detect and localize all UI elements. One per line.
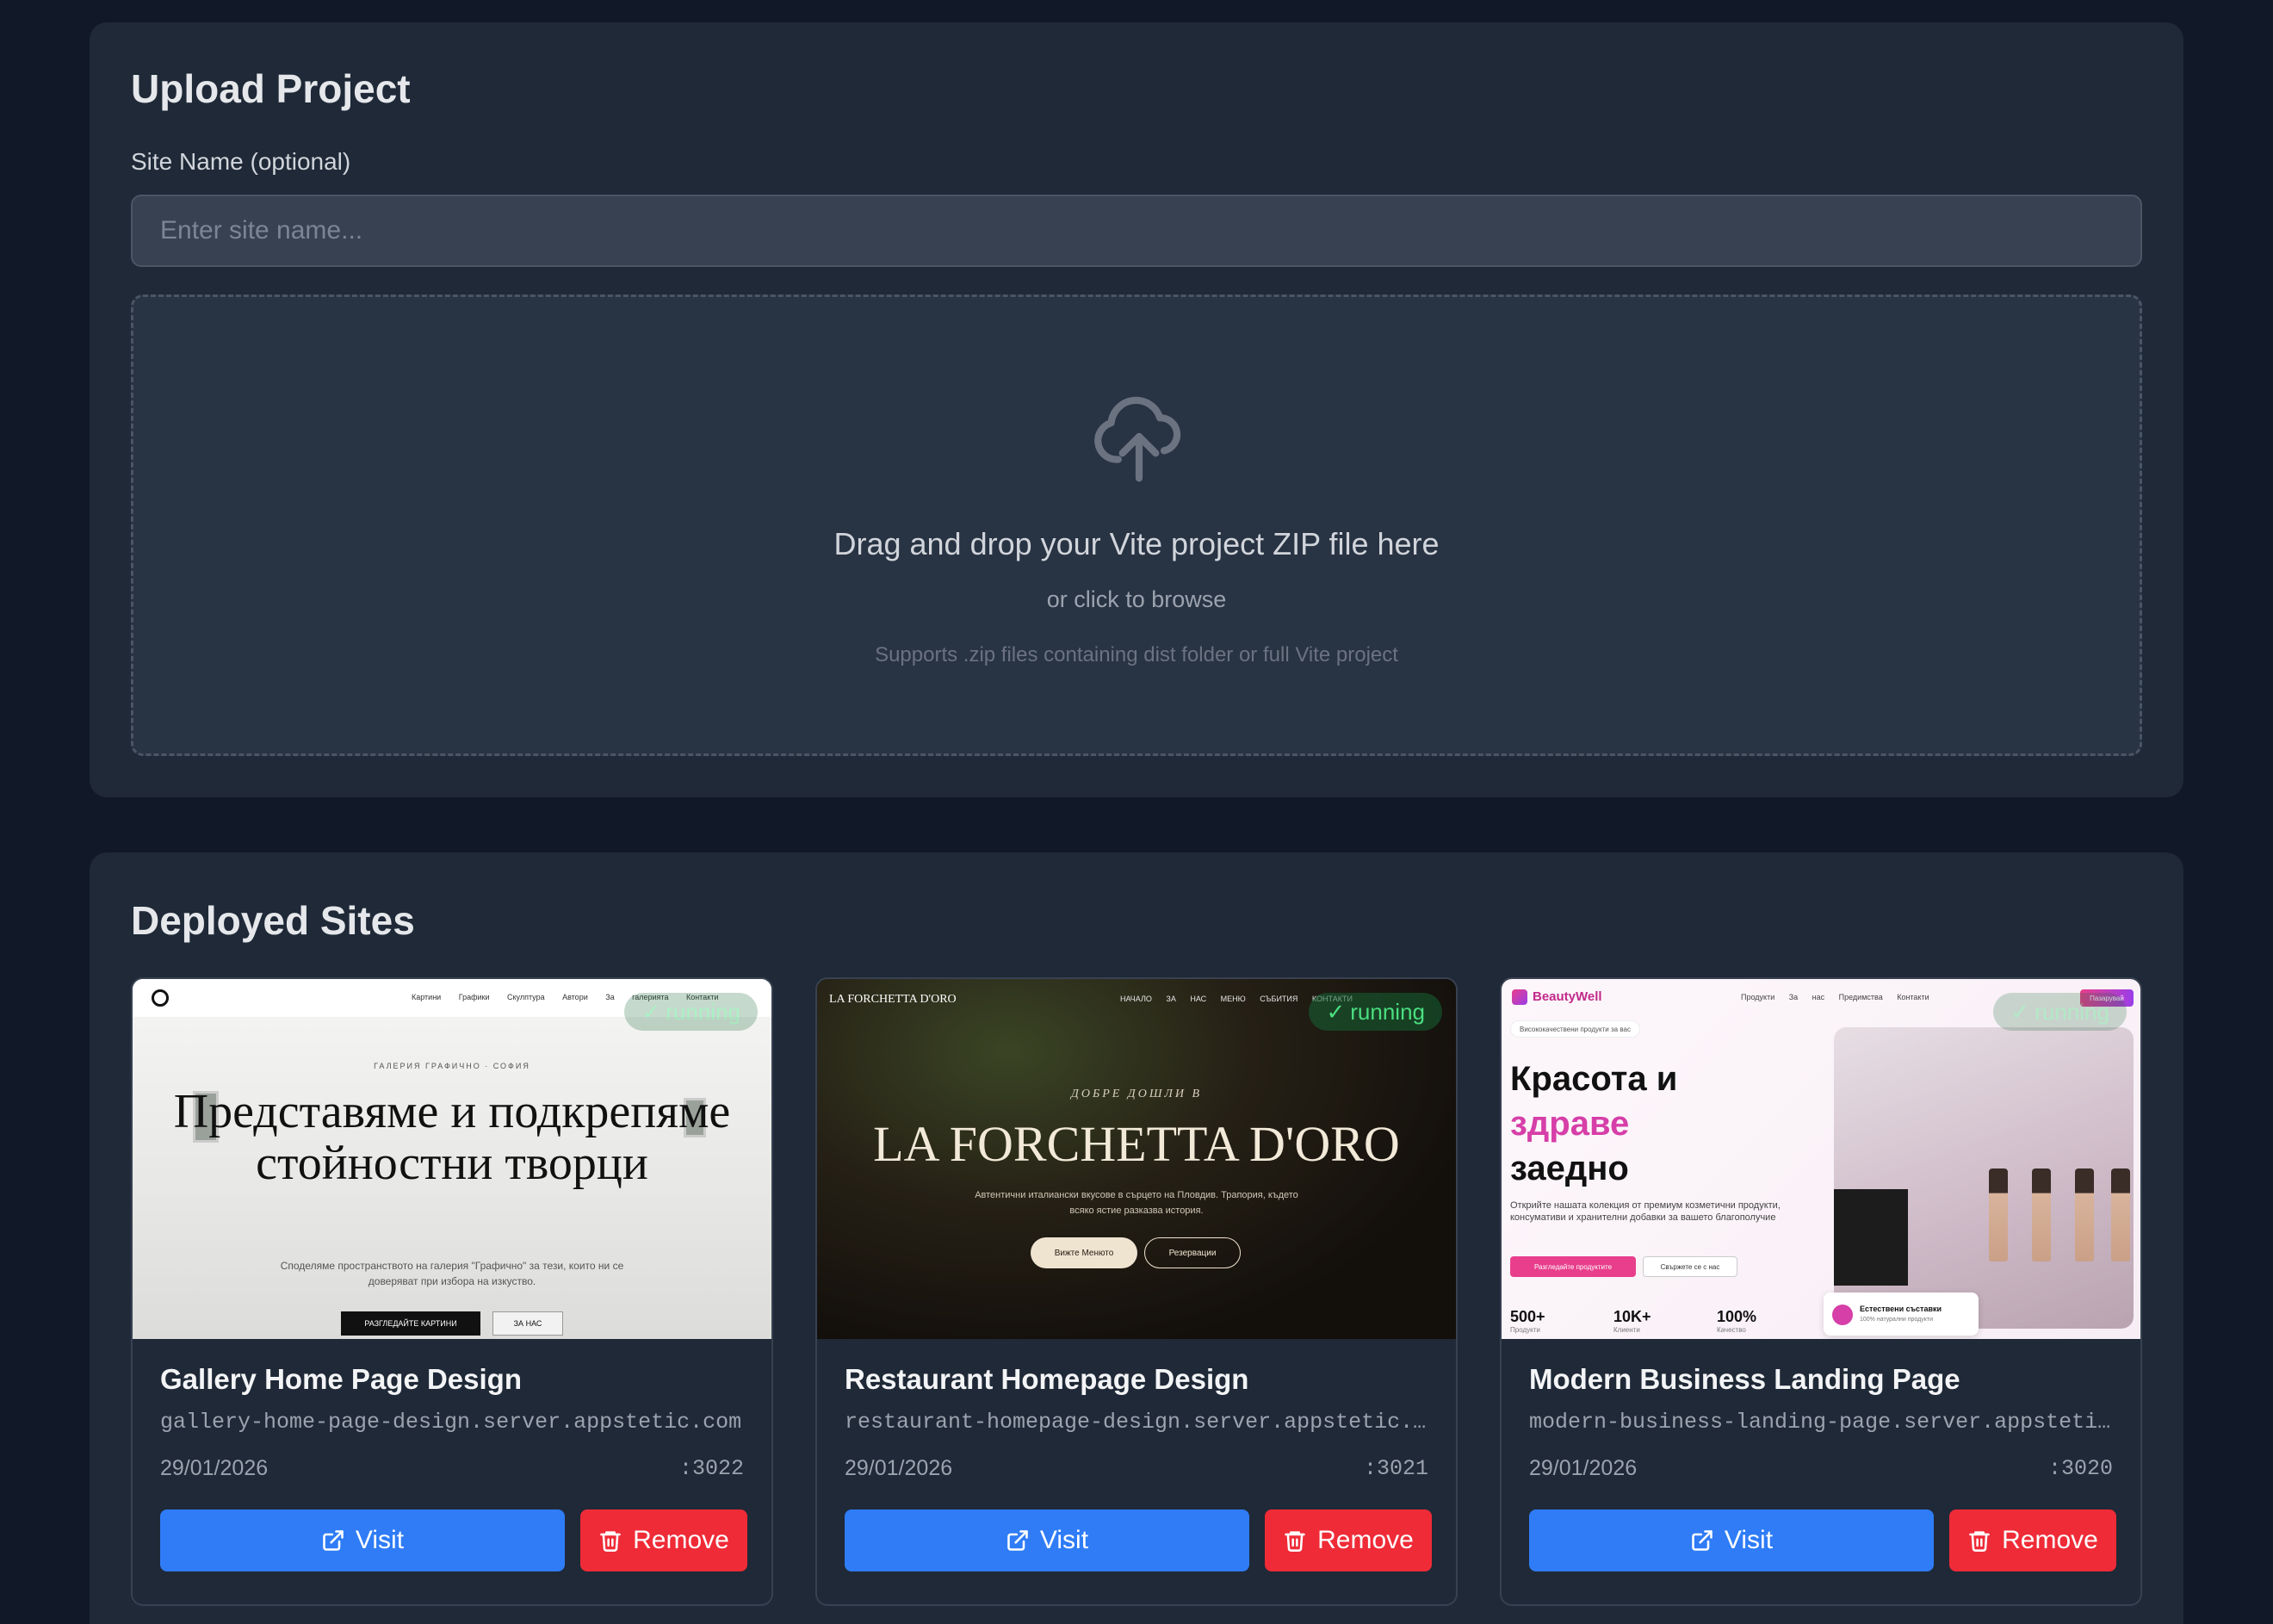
trash-icon [1969,1531,1990,1552]
site-date: 29/01/2026 [1529,1456,1638,1480]
site-date: 29/01/2026 [160,1456,269,1480]
check-icon: ✓ [1326,998,1346,1025]
preview-kicker: ДОБРЕ ДОШЛИ В [1070,1088,1203,1100]
trash-icon [600,1531,621,1552]
preview-headline: LA FORCHETTA D'ORO [873,1116,1400,1172]
deployed-sites-title: Deployed Sites [131,898,415,943]
external-link-icon [1692,1530,1712,1551]
site-name: Modern Business Landing Page [1529,1363,1960,1395]
visit-button[interactable]: Visit [160,1509,565,1571]
preview-primary-button: РАЗГЛЕДАЙТЕ КАРТИНИ [341,1311,480,1336]
site-preview-thumbnail[interactable]: Картини Графики Скулптура Автори За гале… [133,979,771,1339]
preview-secondary-button: Свържете се с нас [1643,1256,1737,1277]
preview-pill: Висококачествени продукти за вас [1510,1020,1640,1038]
site-name-input[interactable] [131,195,2142,267]
preview-subtext: Споделяме пространството на галерия "Гра… [280,1260,624,1287]
preview-headline: Красота и здраве заедно [1510,1060,1678,1187]
site-url: modern-business-landing-page.server.apps… [1529,1410,2115,1435]
check-icon: ✓ [2010,998,2030,1025]
gallery-logo-icon [152,989,169,1007]
preview-brand: BeautyWell [1533,989,1602,1004]
site-card: Картини Графики Скулптура Автори За гале… [131,977,773,1606]
check-icon: ✓ [641,998,661,1025]
status-badge: ✓ running [1309,993,1442,1031]
upload-title: Upload Project [131,66,411,111]
site-date: 29/01/2026 [845,1456,953,1480]
upload-dropzone[interactable]: Drag and drop your Vite project ZIP file… [131,294,2142,756]
cloud-upload-icon [1094,396,1181,482]
remove-button[interactable]: Remove [1265,1509,1432,1571]
preview-kicker: ГАЛЕРИЯ ГРАФИЧНО · СОФИЯ [374,1062,530,1070]
preview-feature-card: Естествени съставки 100% натурални проду… [1824,1292,1979,1336]
preview-description: Открийте нашата колекция от премиум козм… [1510,1200,1781,1223]
status-badge: ✓ running [624,993,758,1031]
preview-stat: 10K+ Клиенти [1613,1308,1651,1334]
site-preview-thumbnail[interactable]: BeautyWell Продукти За нас Предимства Ко… [1502,979,2140,1339]
external-link-icon [1007,1530,1028,1551]
preview-primary-button: Вижте Менюто [1031,1237,1137,1268]
remove-button[interactable]: Remove [1949,1509,2116,1571]
site-url: restaurant-homepage-design.server.appste… [845,1410,1430,1435]
external-link-icon [323,1530,344,1551]
deployed-sites-panel: Deployed Sites Картини Графики Скулптура… [90,852,2183,1624]
dropzone-main-text: Drag and drop your Vite project ZIP file… [833,526,1440,561]
preview-stat: 100% Качество [1717,1308,1757,1334]
visit-button[interactable]: Visit [845,1509,1249,1571]
preview-stat: 500+ Продукти [1510,1308,1545,1334]
dropzone-hint-text: Supports .zip files containing dist fold… [875,643,1398,666]
site-url: gallery-home-page-design.server.appsteti… [160,1410,742,1435]
site-name: Restaurant Homepage Design [845,1363,1249,1395]
trash-icon [1285,1531,1305,1552]
visit-button[interactable]: Visit [1529,1509,1934,1571]
site-name-label: Site Name (optional) [131,148,351,175]
site-port: :3022 [678,1456,744,1481]
preview-secondary-button: Резервации [1144,1237,1241,1268]
site-port: :3021 [1363,1456,1428,1481]
preview-secondary-button: ЗА НАС [492,1311,563,1336]
preview-logo: LA FORCHETTA D'ORO [829,993,957,1006]
site-card: LA FORCHETTA D'ORO НАЧАЛО ЗА НАС МЕНЮ СЪ… [815,977,1458,1606]
preview-primary-button: Разгледайте продуктите [1510,1256,1636,1277]
site-port: :3020 [2047,1456,2113,1481]
preview-product-photo [1834,1027,2134,1329]
remove-button[interactable]: Remove [580,1509,747,1571]
brand-logo-icon [1512,989,1527,1005]
preview-subtext: Автентични италиански вкусове в сърцето … [975,1190,1298,1216]
status-badge: ✓ running [1993,993,2127,1031]
upload-panel: Upload Project Site Name (optional) Drag… [90,22,2183,797]
site-card: BeautyWell Продукти За нас Предимства Ко… [1500,977,2142,1606]
site-name: Gallery Home Page Design [160,1363,522,1395]
site-preview-thumbnail[interactable]: LA FORCHETTA D'ORO НАЧАЛО ЗА НАС МЕНЮ СЪ… [817,979,1456,1339]
preview-nav: Продукти За нас Предимства Контакти [1741,993,1929,1001]
dropzone-browse-text[interactable]: or click to browse [133,586,2140,613]
preview-headline: Представяме и подкрепяме стойностни твор… [173,1085,731,1190]
